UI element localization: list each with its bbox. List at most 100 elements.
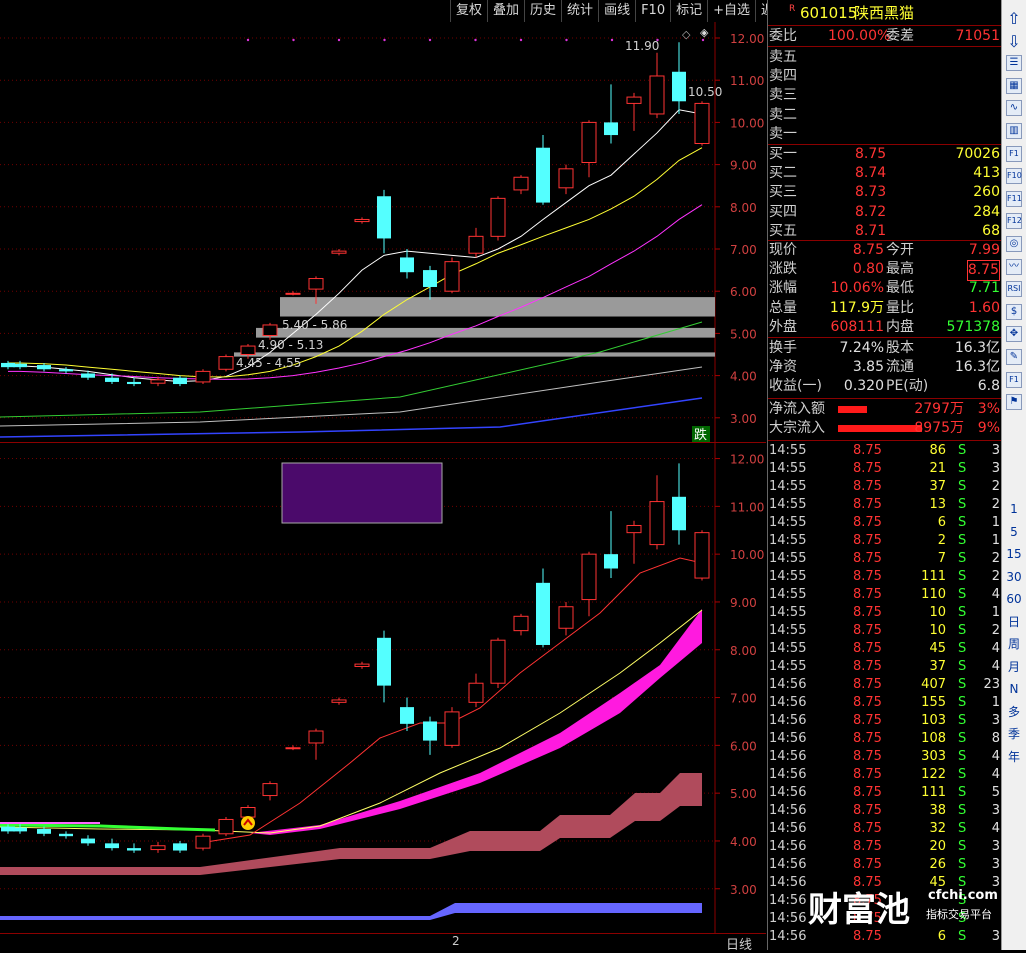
stat2-label: 换手 [769, 340, 797, 356]
tick-side: S [958, 551, 967, 566]
tick-side: S [958, 821, 967, 836]
period-button-6[interactable]: 周 [1005, 635, 1023, 653]
toolbar-button-5[interactable]: F10 [635, 0, 670, 22]
toolbar-button-4[interactable]: 画线 [598, 0, 635, 22]
period-button-10[interactable]: 季 [1005, 725, 1023, 743]
quote-panel: R 601015 陕西黑猫 委比 100.00% 委差 71051 卖五 卖四 卖三… [767, 0, 1002, 950]
period-button-0[interactable]: 1 [1005, 500, 1023, 518]
flag-icon[interactable]: ⚑ [1006, 394, 1022, 411]
tick-side: S [958, 677, 967, 692]
main-kline-chart[interactable]: 12.00 11.00 10.00 9.00 8.00 7.00 6.00 5.00 4.00 3… [0, 22, 766, 442]
period-button-9[interactable]: 多 [1005, 703, 1023, 721]
weibi-row: 委比 100.00% 委差 71051 [768, 27, 1002, 46]
tick-time: 14:55 [769, 497, 807, 512]
toolbar-button-3[interactable]: 统计 [561, 0, 598, 22]
stat-value-2: 8.75 [966, 260, 1000, 282]
ask-row-3: 卖三 [768, 86, 1002, 105]
rsi-icon[interactable]: RSI [1006, 281, 1022, 298]
tick-row: 14:55 8.75 37 S 2 [768, 478, 1002, 496]
candle-body [37, 829, 51, 834]
tick-count: 2 [991, 479, 1000, 494]
tick-time: 14:55 [769, 461, 807, 476]
purple-info-box [281, 462, 443, 524]
period-button-4[interactable]: 60 [1005, 590, 1023, 608]
dollar-icon[interactable]: $ [1006, 303, 1022, 320]
stat-value: 8.75 [852, 242, 884, 258]
period-button-5[interactable]: 日 [1005, 613, 1023, 631]
tick-row: 14:55 8.75 45 S 4 [768, 640, 1002, 658]
candle-body [581, 553, 597, 601]
zone-label-3: 4.45 - 4.55 [236, 356, 301, 370]
axis-label: 5.00 [730, 327, 757, 341]
ask-row-4: 卖四 [768, 67, 1002, 86]
stat-value: 10.06% [830, 280, 884, 297]
f12-icon[interactable]: F12 [1006, 213, 1022, 230]
bid-label: 买四 [769, 203, 797, 220]
tick-price: 8.75 [853, 443, 882, 458]
tick-count: 4 [991, 641, 1000, 656]
circle-icon[interactable]: ◎ [1006, 236, 1022, 252]
tick-volume: 21 [929, 461, 946, 476]
period-button-11[interactable]: 年 [1005, 748, 1023, 766]
zone-label-2: 4.90 - 5.13 [258, 338, 323, 352]
candle-icon[interactable]: ▥ [1006, 123, 1022, 139]
toolbar-button-1[interactable]: 叠加 [487, 0, 524, 22]
tick-count: 4 [991, 659, 1000, 674]
f11-icon[interactable]: F11 [1006, 190, 1022, 207]
period-button-8[interactable]: N [1005, 680, 1023, 698]
arrow-up-icon[interactable]: ⇧ [1005, 10, 1023, 28]
stat2-label-2: 流通 [886, 359, 914, 376]
stat2-value-2: 16.3亿 [954, 359, 1000, 376]
sep [768, 25, 1002, 26]
period-button-3[interactable]: 30 [1005, 568, 1023, 586]
candle-body [444, 261, 460, 292]
arrow-down-icon[interactable]: ⇩ [1005, 32, 1023, 51]
indicator-chart[interactable]: 12.00 11.00 10.00 9.00 8.00 7.00 6.00 5.00 4.00 3… [0, 443, 766, 933]
tick-price: 8.75 [853, 659, 882, 674]
candle-body [195, 370, 211, 383]
tick-time: 14:56 [769, 731, 807, 746]
line-chart-icon[interactable]: ∿ [1006, 100, 1022, 117]
axis-label: 4.00 [730, 370, 757, 384]
candle-body [240, 345, 256, 355]
stat2-row: 收益(一) 0.320 PE(动) 6.8 [768, 377, 1002, 396]
period-label[interactable]: 日线 [726, 934, 752, 953]
candle-body [105, 843, 119, 849]
tick-volume: 155 [921, 695, 946, 710]
stock-header: R 601015 陕西黑猫 [768, 2, 1002, 24]
sep [768, 337, 1002, 338]
signal-dot [610, 38, 614, 42]
f1-icon[interactable]: F1 [1006, 145, 1022, 162]
axis-label: 3.00 [730, 883, 757, 897]
toolbar-button-7[interactable]: +自选 [707, 0, 755, 22]
stat-label-2: 最低 [886, 280, 914, 297]
tick-count: 4 [991, 821, 1000, 836]
toolbar-button-6[interactable]: 标记 [670, 0, 707, 22]
tick-volume: 110 [921, 587, 946, 602]
tick-volume: 111 [921, 569, 946, 584]
tick-price: 8.75 [853, 623, 882, 638]
candle-body [694, 102, 710, 145]
candle-body [604, 554, 618, 569]
toolbar-button-2[interactable]: 历史 [524, 0, 561, 22]
period-button-2[interactable]: 15 [1005, 545, 1023, 563]
axis-label: 3.00 [730, 412, 757, 426]
candle-body [127, 848, 141, 851]
move-icon[interactable]: ✥ [1006, 326, 1022, 343]
weicha-value: 71051 [955, 28, 1000, 44]
list-icon[interactable]: ☰ [1006, 55, 1022, 72]
period-button-1[interactable]: 5 [1005, 523, 1023, 541]
tick-time: 14:55 [769, 623, 807, 638]
stat2-value: 7.24% [839, 340, 884, 356]
bid-price: 8.75 [855, 146, 887, 162]
tick-count: 2 [991, 497, 1000, 512]
period-button-7[interactable]: 月 [1005, 658, 1023, 676]
candle-body [354, 218, 370, 223]
candle-body [173, 843, 187, 851]
pencil-icon[interactable]: ✎ [1006, 349, 1022, 365]
f10-icon[interactable]: F10 [1006, 168, 1022, 185]
wave-icon[interactable]: 〰 [1006, 258, 1022, 275]
f1-alt-icon[interactable]: F1 [1006, 371, 1022, 388]
toolbar-button-0[interactable]: 复权 [450, 0, 487, 22]
table-icon[interactable]: ▦ [1006, 77, 1022, 94]
